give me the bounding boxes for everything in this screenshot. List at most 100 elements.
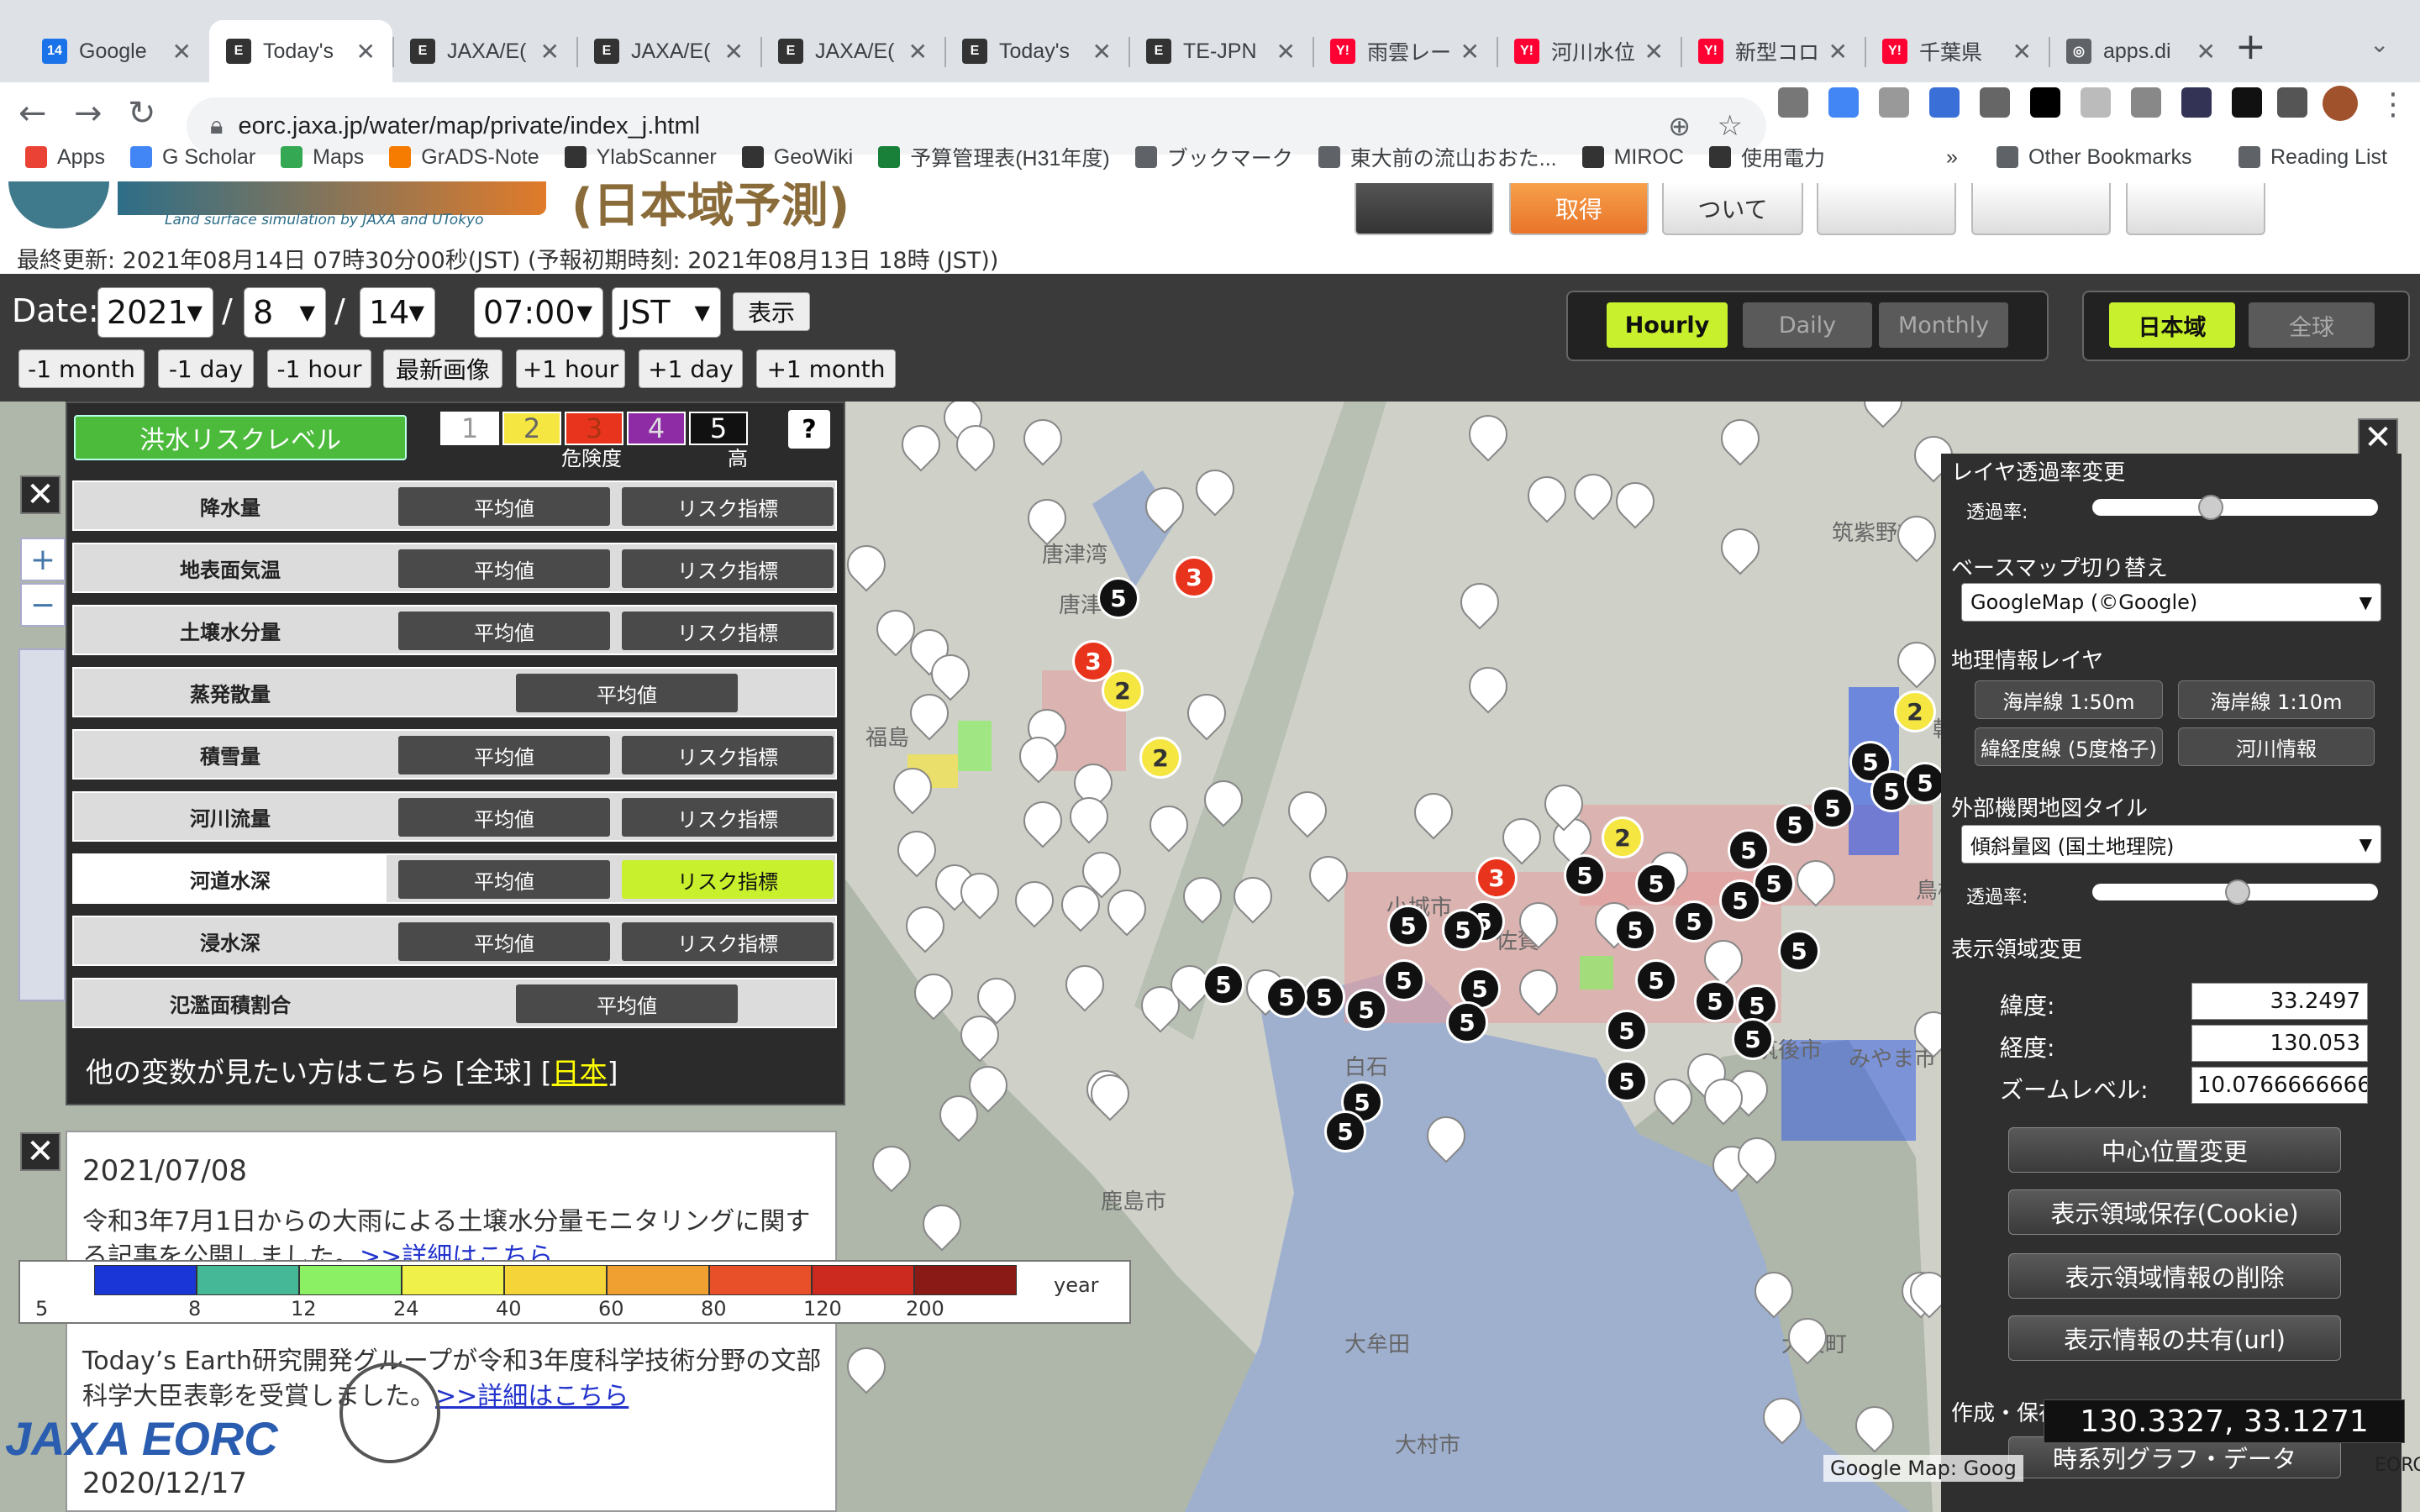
map-marker-risk[interactable]: 5 <box>1097 577 1139 619</box>
step-button[interactable]: -1 day <box>158 349 254 388</box>
bookmark-item[interactable]: GeoWiki <box>741 145 853 170</box>
bookmarks-overflow[interactable]: » <box>1946 145 1958 170</box>
forward-icon[interactable]: → <box>74 94 103 133</box>
translate-extension-icon[interactable] <box>1828 87 1859 118</box>
variable-name[interactable]: 積雪量 <box>74 731 387 778</box>
step-button[interactable]: +1 month <box>756 349 896 388</box>
map-marker-risk[interactable]: 3 <box>1476 857 1518 899</box>
average-button[interactable]: 平均値 <box>398 549 610 588</box>
browser-tab[interactable]: Y! 雨雲レー ✕ <box>1313 20 1497 82</box>
map-marker-risk[interactable]: 5 <box>1202 963 1244 1005</box>
tab-close-icon[interactable]: ✕ <box>356 38 376 66</box>
flood-risk-level-button[interactable]: 洪水リスクレベル <box>74 415 407 460</box>
extension-bookmark-icon[interactable] <box>2232 87 2262 118</box>
map-marker-risk[interactable]: 5 <box>1673 900 1715 942</box>
bookmark-item[interactable]: ブックマーク <box>1134 142 1293 172</box>
extension-calendar-icon[interactable] <box>2181 87 2212 118</box>
map-marker-risk[interactable]: 5 <box>1812 787 1854 829</box>
risk-index-button[interactable]: リスク指標 <box>622 612 834 650</box>
average-button[interactable]: 平均値 <box>398 487 610 526</box>
extension-grid-icon[interactable] <box>1980 87 2010 118</box>
step-button[interactable]: -1 hour <box>267 349 371 388</box>
extension-blue-icon[interactable] <box>1929 87 1960 118</box>
map-marker-risk[interactable]: 2 <box>1602 816 1644 858</box>
external-tile-select[interactable]: 傾斜量図 (国土地理院) ▼ <box>1961 825 2381 864</box>
map-marker-risk[interactable]: 5 <box>1635 959 1677 1001</box>
extension-g-icon[interactable] <box>1778 87 1808 118</box>
tab-close-icon[interactable]: ✕ <box>172 38 192 66</box>
month-select[interactable]: 8 ▼ <box>244 287 326 338</box>
news-link[interactable]: >>詳細はこちら <box>435 1382 629 1411</box>
tab-close-icon[interactable]: ✕ <box>2012 38 2032 66</box>
map-marker-risk[interactable]: 5 <box>1345 989 1387 1031</box>
other-bookmarks[interactable]: Other Bookmarks <box>1996 145 2192 170</box>
timezone-select[interactable]: JST ▼ <box>612 287 721 338</box>
variable-name[interactable]: 降水量 <box>74 482 387 529</box>
map-marker-risk[interactable]: 2 <box>1894 690 1936 732</box>
tab-close-icon[interactable]: ✕ <box>1644 38 1664 66</box>
browser-tab[interactable]: E JAXA/E(✕ <box>761 20 944 82</box>
basemap-select[interactable]: GoogleMap (©Google) ▼ <box>1961 583 2381 622</box>
map-marker-risk[interactable]: 5 <box>1719 879 1761 921</box>
binary-extension-icon[interactable] <box>2030 87 2060 118</box>
step-button[interactable]: +1 hour <box>516 349 625 388</box>
risk-index-button[interactable]: リスク指標 <box>622 860 834 899</box>
region-button[interactable]: 日本域 <box>2109 302 2235 348</box>
longitude-input[interactable]: 130.053 <box>2191 1025 2368 1062</box>
extension-icon[interactable] <box>1879 87 1909 118</box>
opacity-slider-knob[interactable] <box>2198 495 2223 520</box>
browser-tab[interactable]: Y! 河川水位 ✕ <box>1497 20 1681 82</box>
browser-tab[interactable]: Y! 新型コロ ✕ <box>1681 20 1865 82</box>
variable-name[interactable]: 浸水深 <box>74 917 387 964</box>
risk-index-button[interactable]: リスク指標 <box>622 922 834 961</box>
bookmark-item[interactable]: YlabScanner <box>564 145 717 170</box>
close-variable-panel-button[interactable]: ✕ <box>20 475 60 514</box>
variable-name[interactable]: 地表面気温 <box>74 544 387 591</box>
average-button[interactable]: 平均値 <box>398 736 610 774</box>
close-right-panel-button[interactable]: ✕ <box>2358 418 2398 457</box>
extension-furigana-icon[interactable] <box>2081 87 2111 118</box>
tab-close-icon[interactable]: ✕ <box>724 38 744 66</box>
show-button[interactable]: 表示 <box>733 292 810 331</box>
zoom-slider[interactable] <box>18 648 66 1001</box>
map-marker-risk[interactable]: 5 <box>1694 980 1736 1022</box>
map-attribution[interactable]: Google Map: Goog <box>1823 1455 2023 1482</box>
global-link[interactable]: [全球] <box>455 1056 533 1089</box>
tab-close-icon[interactable]: ✕ <box>1276 38 1296 66</box>
extension-copy-icon[interactable] <box>2131 87 2161 118</box>
menu-icon[interactable]: ⋮ <box>2378 87 2408 122</box>
graticule-button[interactable]: 緯経度線 (5度格子) <box>1975 727 2163 766</box>
day-select[interactable]: 14 ▼ <box>360 287 435 338</box>
zoom-in-button[interactable]: + <box>20 538 66 581</box>
back-icon[interactable]: ← <box>18 94 47 133</box>
variable-name[interactable]: 蒸発散量 <box>74 669 387 716</box>
average-button[interactable]: 平均値 <box>398 798 610 837</box>
map-marker-risk[interactable]: 2 <box>1102 669 1144 711</box>
map-marker-risk[interactable]: 5 <box>1778 930 1820 972</box>
delete-area-info-button[interactable]: 表示領域情報の削除 <box>2008 1253 2341 1299</box>
step-button[interactable]: 最新画像 <box>383 349 502 388</box>
browser-tab[interactable]: E TE-JPN ✕ <box>1129 20 1313 82</box>
average-button[interactable]: 平均値 <box>516 984 738 1023</box>
map-marker-risk[interactable]: 5 <box>1303 976 1345 1018</box>
average-button[interactable]: 平均値 <box>398 922 610 961</box>
tab-close-icon[interactable]: ✕ <box>540 38 560 66</box>
step-button[interactable]: -1 month <box>18 349 145 388</box>
external-opacity-knob[interactable] <box>2225 879 2250 905</box>
center-position-button[interactable]: 中心位置変更 <box>2008 1127 2341 1173</box>
year-select[interactable]: 2021 ▼ <box>97 287 213 338</box>
reload-icon[interactable]: ↻ <box>128 94 156 133</box>
map-marker-risk[interactable]: 5 <box>1732 1018 1774 1060</box>
map-marker-risk[interactable]: 5 <box>1635 863 1677 905</box>
risk-index-button[interactable]: リスク指標 <box>622 549 834 588</box>
header-button-blank-2[interactable] <box>1971 183 2111 235</box>
bookmark-item[interactable]: 東大前の流山おおた... <box>1318 142 1557 172</box>
map-marker-risk[interactable]: 5 <box>1324 1110 1366 1152</box>
zoom-out-button[interactable]: − <box>20 583 66 627</box>
frequency-daily-button[interactable]: Daily <box>1743 302 1872 348</box>
map-marker-risk[interactable]: 5 <box>1442 909 1484 951</box>
profile-avatar[interactable] <box>2323 86 2358 121</box>
browser-tab[interactable]: ◎ apps.di ✕ <box>2049 20 2233 82</box>
help-button[interactable]: ? <box>788 410 830 449</box>
step-button[interactable]: +1 day <box>639 349 743 388</box>
